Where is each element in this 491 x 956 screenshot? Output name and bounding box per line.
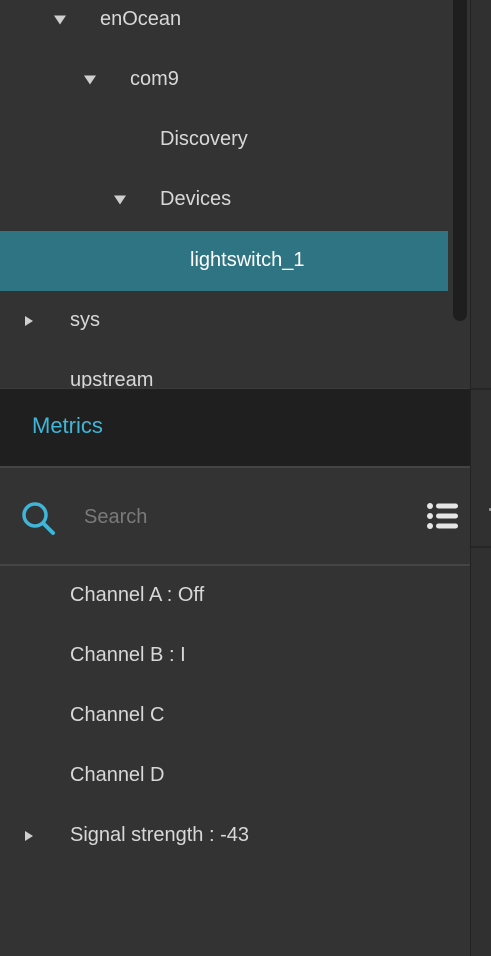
- tree-item-label: upstream: [70, 369, 154, 388]
- metric-item-channel-a[interactable]: Channel A : Off: [0, 566, 470, 626]
- divider: [471, 388, 491, 390]
- metric-label: Channel C: [70, 704, 165, 727]
- tree-item-sys[interactable]: sys: [0, 291, 448, 351]
- tree-item-upstream[interactable]: upstream: [0, 351, 448, 388]
- tree-item-label: com9: [130, 68, 179, 91]
- triangle-right-icon[interactable]: [25, 831, 33, 841]
- divider: [471, 546, 491, 548]
- metric-label: Channel B : I: [70, 644, 186, 667]
- tree-item-label: Devices: [160, 188, 232, 211]
- triangle-right-icon[interactable]: [25, 316, 33, 326]
- tree-item-enocean[interactable]: enOcean: [0, 0, 448, 50]
- search-bar: [0, 468, 470, 566]
- tree-item-com9[interactable]: com9: [0, 50, 448, 110]
- tab-metrics-label: Metrics: [32, 413, 103, 438]
- tree-item-label: sys: [70, 309, 100, 332]
- adjacent-pane: [470, 0, 491, 956]
- list-icon[interactable]: [426, 500, 458, 532]
- tab-metrics[interactable]: Metrics: [12, 389, 129, 469]
- tree-item-label: Discovery: [160, 128, 248, 151]
- metric-item-channel-d[interactable]: Channel D: [0, 746, 470, 806]
- search-input[interactable]: [70, 498, 400, 536]
- metric-item-channel-b[interactable]: Channel B : I: [0, 626, 470, 686]
- metrics-list: Channel A : Off Channel B : I Channel C …: [0, 566, 470, 956]
- tree-item-label: lightswitch_1: [190, 249, 305, 272]
- tree-scrollbar[interactable]: [453, 0, 467, 321]
- tree-item-lightswitch-1[interactable]: lightswitch_1: [0, 231, 448, 291]
- metric-item-channel-c[interactable]: Channel C: [0, 686, 470, 746]
- tree-item-discovery[interactable]: Discovery: [0, 110, 448, 170]
- metric-label: Channel A : Off: [70, 584, 205, 607]
- metric-label: Channel D: [70, 764, 165, 787]
- tab-bar: Metrics: [0, 388, 470, 469]
- triangle-down-icon[interactable]: [114, 195, 126, 205]
- metric-item-signal-strength[interactable]: Signal strength : -43: [0, 806, 470, 866]
- metric-label: Signal strength : -43: [70, 824, 249, 847]
- tree-item-devices[interactable]: Devices: [0, 170, 448, 230]
- search-icon: [22, 502, 55, 535]
- triangle-down-icon[interactable]: [84, 75, 96, 85]
- triangle-down-icon[interactable]: [54, 15, 66, 25]
- device-tree: enOcean com9 Discovery Devices lightswit…: [0, 0, 470, 388]
- tree-item-label: enOcean: [100, 8, 182, 31]
